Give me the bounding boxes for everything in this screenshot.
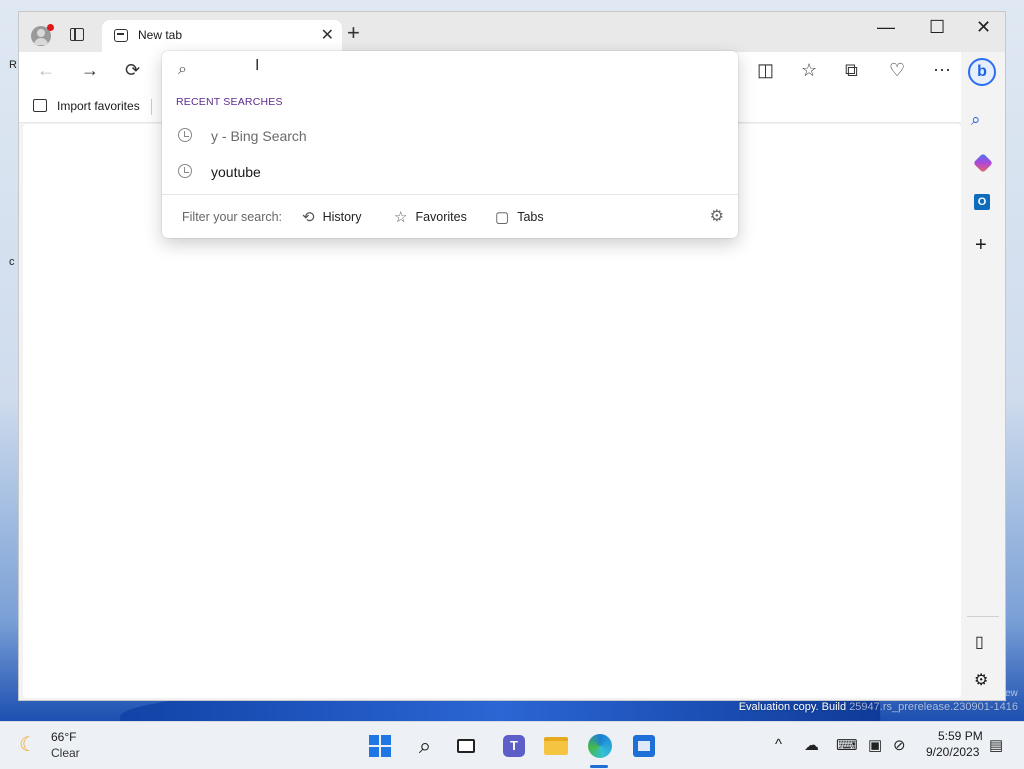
desktop-icon-label-fragment: c <box>9 256 15 268</box>
watermark-corner-text: ew <box>1005 688 1018 699</box>
recent-searches-heading: RECENT SEARCHES <box>176 96 283 108</box>
taskbar: ☾ 66°F Clear ⌕ T ^ ☁ ⌨ ▣ ⊘ 5:59 PM 9/20/… <box>0 721 1024 769</box>
new-tab-favicon-icon <box>114 29 128 42</box>
notification-dot <box>47 24 54 31</box>
evaluation-watermark: Evaluation copy. Build 25947.rs_prerelea… <box>738 701 1018 713</box>
browser-essentials-icon[interactable]: ♡ <box>889 60 905 81</box>
file-explorer-button[interactable] <box>541 731 571 761</box>
start-button[interactable] <box>365 731 395 761</box>
store-button[interactable] <box>629 731 659 761</box>
address-bar-input[interactable] <box>206 59 710 83</box>
suggestion-item[interactable]: y - Bing Search <box>162 119 738 153</box>
filter-favorites-button[interactable]: ☆ Favorites <box>394 206 467 228</box>
split-screen-icon[interactable]: ◫ <box>757 60 774 81</box>
close-tab-icon[interactable]: ✕ <box>321 25 334 45</box>
task-view-icon <box>457 739 475 753</box>
search-icon: ⌕ <box>178 61 187 78</box>
new-tab-button[interactable]: + <box>347 22 360 44</box>
sidebar-divider <box>967 616 999 617</box>
address-bar-suggestions-dropdown: ⌕ I RECENT SEARCHES y - Bing Search yout… <box>162 51 738 238</box>
tab-title: New tab <box>138 28 183 42</box>
notifications-icon[interactable]: ▤ <box>989 736 1003 754</box>
refresh-button[interactable]: ⟳ <box>125 60 140 81</box>
task-view-button[interactable] <box>451 731 481 761</box>
edge-icon <box>588 734 612 758</box>
forward-button[interactable]: → <box>81 60 99 81</box>
windows-logo-icon <box>369 735 391 757</box>
sidebar-settings-icon[interactable]: ⚙ <box>974 670 988 690</box>
store-icon <box>633 735 655 757</box>
more-options-icon[interactable]: ⋯ <box>933 60 951 81</box>
teams-icon: T <box>503 735 525 757</box>
star-icon: ☆ <box>394 209 408 226</box>
weather-temperature[interactable]: 66°F <box>51 730 76 744</box>
show-hidden-icons-chevron-icon[interactable]: ^ <box>775 736 782 753</box>
network-icon[interactable]: ▣ <box>868 736 882 754</box>
search-icon[interactable]: ⌕ <box>971 110 981 130</box>
tabs-icon: ▢ <box>495 209 510 226</box>
favorites-divider <box>151 99 152 115</box>
suggestion-text: y - Bing Search <box>211 128 307 144</box>
dropdown-divider <box>162 194 738 195</box>
outlook-icon[interactable]: O <box>974 194 990 210</box>
suggestion-item[interactable]: youtube <box>162 155 738 189</box>
filter-label: Filter your search: <box>182 210 283 224</box>
close-window-button[interactable]: ✕ <box>976 17 991 38</box>
add-sidebar-app-icon[interactable]: + <box>975 234 987 257</box>
favorites-icon[interactable]: ☆ <box>801 60 817 81</box>
suggestion-text: youtube <box>211 164 261 180</box>
edge-taskbar-button[interactable] <box>585 731 615 761</box>
maximize-button[interactable]: ☐ <box>929 17 945 38</box>
clock-time[interactable]: 5:59 PM <box>938 729 983 743</box>
edge-sidebar: b ⌕ O + ▯ ⚙ <box>961 52 1005 700</box>
text-cursor-icon: I <box>255 57 260 74</box>
tab-actions-icon[interactable] <box>70 28 84 41</box>
bing-chat-icon[interactable]: b <box>968 58 996 86</box>
keyboard-icon[interactable]: ⌨ <box>836 736 858 754</box>
onedrive-cloud-icon[interactable]: ☁ <box>804 736 819 754</box>
taskbar-search-icon[interactable]: ⌕ <box>410 731 440 761</box>
teams-button[interactable]: T <box>499 731 529 761</box>
copilot-icon[interactable] <box>973 153 993 173</box>
desktop-icon-label-fragment: R <box>9 59 17 71</box>
history-icon: ⟲ <box>302 209 315 226</box>
minimize-button[interactable]: — <box>877 17 895 38</box>
history-icon <box>178 128 192 142</box>
back-button[interactable]: ← <box>37 60 55 81</box>
title-bar: New tab ✕ + — ☐ ✕ <box>19 12 1005 52</box>
collections-icon[interactable]: ⧉ <box>845 60 858 81</box>
import-favorites-button[interactable]: Import favorites <box>57 99 140 113</box>
settings-gear-icon[interactable]: ⚙ <box>710 206 724 226</box>
weather-description[interactable]: Clear <box>51 746 80 760</box>
volume-muted-icon[interactable]: ⊘ <box>893 736 906 754</box>
tab-new-tab[interactable]: New tab ✕ <box>102 20 342 52</box>
hide-sidebar-icon[interactable]: ▯ <box>975 632 984 652</box>
import-favorites-icon <box>33 99 47 112</box>
filter-tabs-button[interactable]: ▢ Tabs <box>495 206 544 228</box>
filter-history-button[interactable]: ⟲ History <box>302 206 361 228</box>
clock-date[interactable]: 9/20/2023 <box>926 745 979 759</box>
folder-icon <box>544 737 568 755</box>
history-icon <box>178 164 192 178</box>
moon-weather-icon: ☾ <box>19 734 37 756</box>
